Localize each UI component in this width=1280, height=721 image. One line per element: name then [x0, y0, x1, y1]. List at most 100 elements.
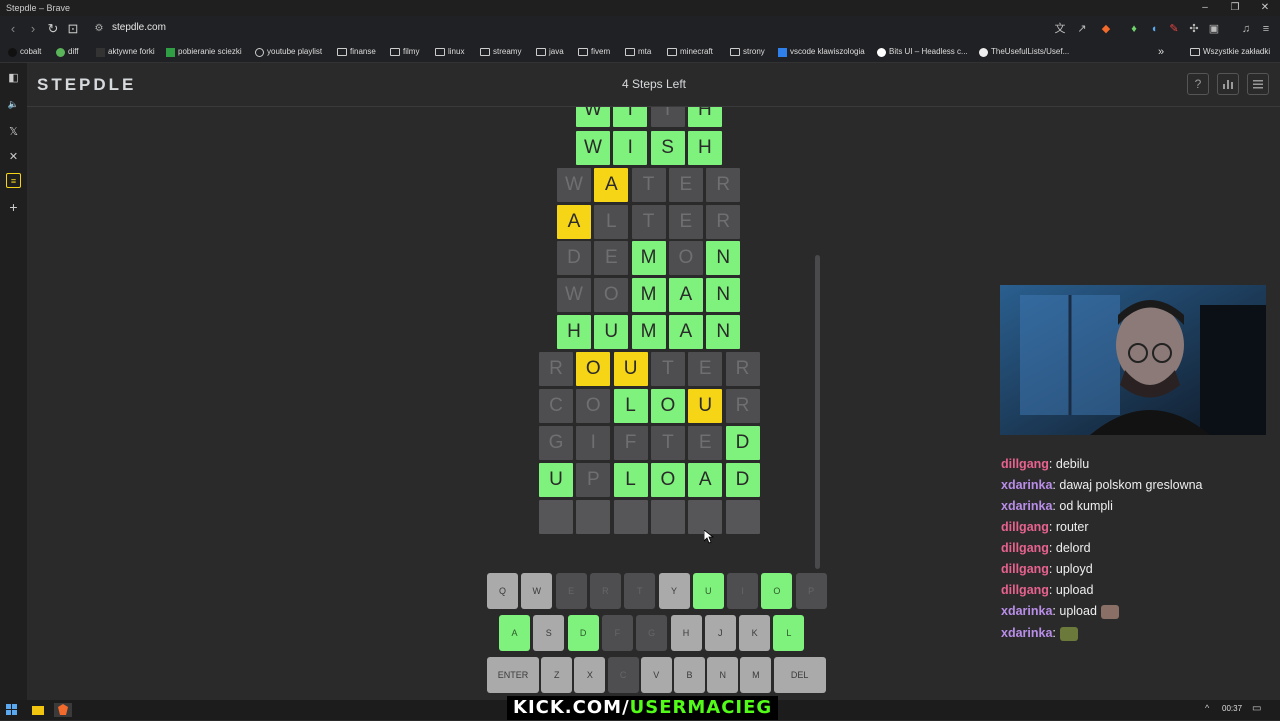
bookmark-item[interactable]: aktywne forki — [96, 45, 155, 59]
bookmark-icon[interactable]: ⊡ — [64, 20, 82, 38]
key-b[interactable]: B — [674, 657, 705, 693]
cobalt-icon — [8, 47, 17, 57]
key-v[interactable]: V — [640, 657, 672, 693]
key-d[interactable]: D — [567, 615, 599, 651]
menu-button[interactable] — [1247, 73, 1269, 95]
key-o[interactable]: O — [761, 573, 793, 609]
close-window-button[interactable]: ✕ — [1250, 0, 1280, 16]
bookmark-item[interactable]: vscode klawiszologia — [778, 45, 865, 59]
stepdle-sidebar-icon[interactable]: ≡ — [6, 173, 21, 188]
x-twitter-icon[interactable]: 𝕏 — [6, 125, 21, 140]
share-icon[interactable]: ↗ — [1074, 21, 1090, 37]
speaker-icon[interactable]: 🔈 — [6, 97, 21, 112]
tray-chevron-icon[interactable]: ^ — [1205, 703, 1219, 717]
chat-username[interactable]: xdarinka — [1001, 478, 1052, 492]
add-icon[interactable]: + — [6, 200, 21, 215]
board-tile — [650, 500, 685, 534]
bookmark-item[interactable]: pobieranie sciezki — [166, 45, 242, 59]
help-button[interactable]: ? — [1187, 73, 1209, 95]
key-s[interactable]: S — [533, 615, 565, 651]
notifications-icon[interactable]: ▭ — [1252, 703, 1266, 717]
bookmark-item[interactable]: Bits UI – Headless c... — [877, 45, 968, 59]
board-tile: M — [631, 241, 666, 275]
key-g[interactable]: G — [636, 615, 668, 651]
chat-username[interactable]: xdarinka — [1001, 626, 1052, 640]
key-t[interactable]: T — [624, 573, 656, 609]
chat-username[interactable]: dillgang — [1001, 520, 1049, 534]
folder-icon — [337, 48, 347, 56]
board-tile: A — [668, 278, 703, 312]
site-info-icon[interactable]: ⚙ — [90, 20, 108, 38]
key-e[interactable]: E — [555, 573, 587, 609]
key-q[interactable]: Q — [487, 573, 518, 609]
back-icon[interactable]: ‹ — [4, 20, 22, 38]
chat-text: : od kumpli — [1052, 499, 1113, 513]
chat-username[interactable]: dillgang — [1001, 583, 1049, 597]
brave-taskbar-icon[interactable] — [54, 703, 72, 717]
extension-icon[interactable]: ♦ — [1126, 21, 1142, 37]
stats-button[interactable] — [1217, 73, 1239, 95]
key-a[interactable]: A — [499, 615, 530, 651]
brave-shields-icon[interactable]: ◆ — [1098, 21, 1114, 37]
bookmark-item[interactable]: diff — [56, 45, 79, 59]
media-icon[interactable]: ♫ — [1238, 21, 1254, 37]
bookmark-item[interactable]: youtube playlist — [255, 45, 322, 59]
bookmark-folder[interactable]: fivem — [578, 45, 610, 59]
bookmark-folder[interactable]: mta — [625, 45, 651, 59]
board-scrollbar[interactable] — [815, 255, 820, 569]
extension-icon-2[interactable]: ◖ — [1146, 21, 1162, 37]
key-h[interactable]: H — [670, 615, 702, 651]
bookmark-folder[interactable]: filmy — [390, 45, 419, 59]
key-j[interactable]: J — [704, 615, 736, 651]
key-c[interactable]: C — [607, 657, 639, 693]
restore-button[interactable]: ❐ — [1220, 0, 1250, 16]
key-w[interactable]: W — [521, 573, 553, 609]
key-p[interactable]: P — [795, 573, 827, 609]
key-f[interactable]: F — [601, 615, 633, 651]
more-bookmarks-icon[interactable]: » — [1158, 45, 1164, 59]
sidebar-panel-icon[interactable]: ◧ — [6, 71, 21, 86]
bookmark-folder[interactable]: finanse — [337, 45, 376, 59]
translate-icon[interactable]: 文 — [1052, 21, 1068, 37]
chat-username[interactable]: dillgang — [1001, 541, 1049, 555]
bookmark-folder[interactable]: streamy — [480, 45, 521, 59]
chat-username[interactable]: dillgang — [1001, 457, 1049, 471]
board-tile: M — [631, 315, 666, 349]
bookmark-folder[interactable]: minecraft — [667, 45, 713, 59]
extension-sidebar-icon[interactable]: ✕ — [6, 150, 21, 165]
bookmark-item[interactable]: TheUsefulLists/Usef... — [979, 45, 1069, 59]
key-l[interactable]: L — [773, 615, 805, 651]
minimize-button[interactable]: – — [1190, 0, 1220, 16]
key-n[interactable]: N — [707, 657, 739, 693]
extensions-puzzle-icon[interactable]: ✣ — [1186, 21, 1202, 37]
forward-icon[interactable]: › — [24, 20, 42, 38]
key-u[interactable]: U — [692, 573, 724, 609]
chat-username[interactable]: xdarinka — [1001, 499, 1052, 513]
bookmark-folder[interactable]: strony — [730, 45, 765, 59]
key-z[interactable]: Z — [541, 657, 573, 693]
sidebar-toggle-icon[interactable]: ▣ — [1206, 21, 1222, 37]
browser-menu-icon[interactable]: ≡ — [1258, 21, 1274, 37]
windows-start-icon[interactable] — [6, 703, 20, 717]
bookmark-folder[interactable]: linux — [435, 45, 464, 59]
key-y[interactable]: Y — [658, 573, 690, 609]
key-i[interactable]: I — [727, 573, 759, 609]
key-m[interactable]: M — [740, 657, 772, 693]
chat-text: : uployd — [1048, 562, 1093, 576]
reload-icon[interactable]: ↻ — [44, 20, 62, 38]
key-r[interactable]: R — [589, 573, 621, 609]
bookmark-item[interactable]: cobalt — [8, 45, 41, 59]
board-tile: A — [557, 205, 591, 239]
key-del[interactable]: DEL — [773, 657, 826, 693]
address-bar[interactable]: stepdle.com — [112, 21, 166, 35]
file-explorer-icon[interactable] — [32, 703, 46, 717]
all-bookmarks-folder[interactable]: Wszystkie zakładki — [1190, 45, 1270, 59]
bookmark-folder[interactable]: java — [536, 45, 564, 59]
key-enter[interactable]: ENTER — [487, 657, 539, 693]
key-k[interactable]: K — [739, 615, 771, 651]
extension-icon-3[interactable]: ✎ — [1166, 21, 1182, 37]
chat-username[interactable]: xdarinka — [1001, 604, 1052, 618]
window-title-bar: Stepdle – Brave — [0, 0, 1280, 16]
key-x[interactable]: X — [574, 657, 606, 693]
chat-username[interactable]: dillgang — [1001, 562, 1049, 576]
